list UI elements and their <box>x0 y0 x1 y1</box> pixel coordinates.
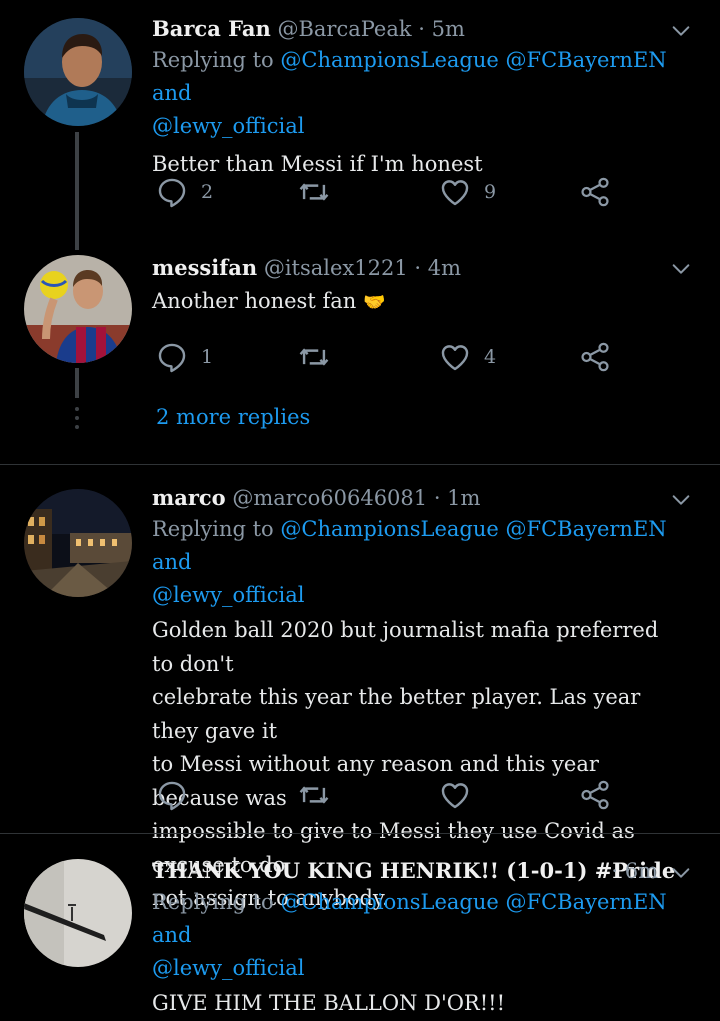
handshake-emoji: 🤝 <box>362 292 386 313</box>
mention-link[interactable]: @ChampionsLeague <box>280 48 498 72</box>
mention-link[interactable]: @lewy_official <box>152 956 304 980</box>
reply-icon <box>155 175 189 209</box>
replying-to: Replying to @ChampionsLeague @FCBayernEN… <box>152 886 680 985</box>
share-button[interactable] <box>578 172 612 212</box>
thread-dot <box>75 416 79 420</box>
mention-link[interactable]: @FCBayernEN <box>506 517 667 541</box>
chevron-down-icon[interactable] <box>670 862 692 884</box>
timestamp[interactable]: · 6m <box>611 859 658 883</box>
reply-button[interactable] <box>155 775 189 815</box>
retweet-button[interactable] <box>297 172 331 212</box>
mention-and[interactable]: and <box>152 81 192 105</box>
like-button[interactable]: 9 <box>438 172 496 212</box>
replying-to-label: Replying to <box>152 890 274 914</box>
like-icon <box>438 340 472 374</box>
username[interactable]: @marco60646081 <box>232 486 427 510</box>
tweet-header: THANK YOU KING HENRIK!! (1-0-1) #Pride #… <box>152 856 680 886</box>
mention-link[interactable]: @lewy_official <box>152 583 304 607</box>
timestamp[interactable]: · 1m <box>434 486 481 510</box>
thread-line <box>75 132 79 250</box>
like-icon <box>438 175 472 209</box>
timestamp[interactable]: · 5m <box>418 17 465 41</box>
replying-to-label: Replying to <box>152 48 274 72</box>
retweet-button[interactable] <box>297 337 331 377</box>
mention-link[interactable]: @FCBayernEN <box>506 890 667 914</box>
tweet-header: messifan @itsalex1221 · 4m <box>152 253 680 283</box>
thread-line <box>75 368 79 398</box>
player-photo-avatar[interactable] <box>24 18 132 126</box>
display-name[interactable]: messifan <box>152 255 257 280</box>
reply-count: 2 <box>201 181 214 203</box>
tweet-header: Barca Fan @BarcaPeak · 5m <box>152 14 680 44</box>
tweet-text-line: Golden ball 2020 but journalist mafia pr… <box>152 618 659 676</box>
display-name[interactable]: Barca Fan <box>152 16 271 41</box>
more-replies-link[interactable]: 2 more replies <box>156 405 310 429</box>
timestamp[interactable]: · 4m <box>414 256 461 280</box>
mention-and[interactable]: and <box>152 550 192 574</box>
retweet-button[interactable] <box>297 775 331 815</box>
night-street-avatar[interactable] <box>24 489 132 597</box>
mention-link[interactable]: @FCBayernEN <box>506 48 667 72</box>
username[interactable]: @itsalex1221 <box>264 256 408 280</box>
share-icon <box>578 340 612 374</box>
replying-to: Replying to @ChampionsLeague @FCBayernEN… <box>152 44 680 143</box>
share-button[interactable] <box>578 775 612 815</box>
share-icon <box>578 778 612 812</box>
wall-shelf-avatar[interactable] <box>24 859 132 967</box>
reply-button[interactable]: 2 <box>155 172 213 212</box>
like-button[interactable]: 4 <box>438 337 496 377</box>
reply-button[interactable]: 1 <box>155 337 213 377</box>
retweet-icon <box>297 175 331 209</box>
share-icon <box>578 175 612 209</box>
display-name[interactable]: marco <box>152 485 226 510</box>
thread-dot <box>75 407 79 411</box>
replying-to-label: Replying to <box>152 517 274 541</box>
like-count: 4 <box>484 346 497 368</box>
player-with-ball-avatar[interactable] <box>24 255 132 363</box>
retweet-icon <box>297 340 331 374</box>
username[interactable]: @BarcaPeak <box>277 17 411 41</box>
tweet[interactable]: THANK YOU KING HENRIK!! (1-0-1) #Pride #… <box>0 834 720 1015</box>
reply-icon <box>155 778 189 812</box>
display-name[interactable]: THANK YOU KING HENRIK!! (1-0-1) #Pride #… <box>152 858 680 883</box>
mention-link[interactable]: @ChampionsLeague <box>280 517 498 541</box>
mention-link[interactable]: @lewy_official <box>152 114 304 138</box>
reply-icon <box>155 340 189 374</box>
tweet[interactable]: marco @marco60646081 · 1m Replying to @C… <box>0 465 720 910</box>
tweet-text-line: celebrate this year the better player. L… <box>152 685 641 743</box>
share-button[interactable] <box>578 337 612 377</box>
like-count: 9 <box>484 181 497 203</box>
like-button[interactable] <box>438 775 472 815</box>
tweet-text-content: Another honest fan <box>152 289 357 313</box>
thread-dot <box>75 425 79 429</box>
tweet-header: marco @marco60646081 · 1m <box>152 483 680 513</box>
mention-and[interactable]: and <box>152 923 192 947</box>
chevron-down-icon[interactable] <box>670 258 692 280</box>
like-icon <box>438 778 472 812</box>
chevron-down-icon[interactable] <box>670 489 692 511</box>
mention-link[interactable]: @ChampionsLeague <box>280 890 498 914</box>
replying-to: Replying to @ChampionsLeague @FCBayernEN… <box>152 513 680 612</box>
tweet-text: Another honest fan 🤝 <box>152 285 680 320</box>
tweet[interactable]: Barca Fan @BarcaPeak · 5m Replying to @C… <box>0 0 720 250</box>
reply-count: 1 <box>201 346 214 368</box>
tweet[interactable]: messifan @itsalex1221 · 4m Another hones… <box>0 245 720 465</box>
retweet-icon <box>297 778 331 812</box>
chevron-down-icon[interactable] <box>670 20 692 42</box>
tweet-text: GIVE HIM THE BALLON D'OR!!! <box>152 991 506 1015</box>
